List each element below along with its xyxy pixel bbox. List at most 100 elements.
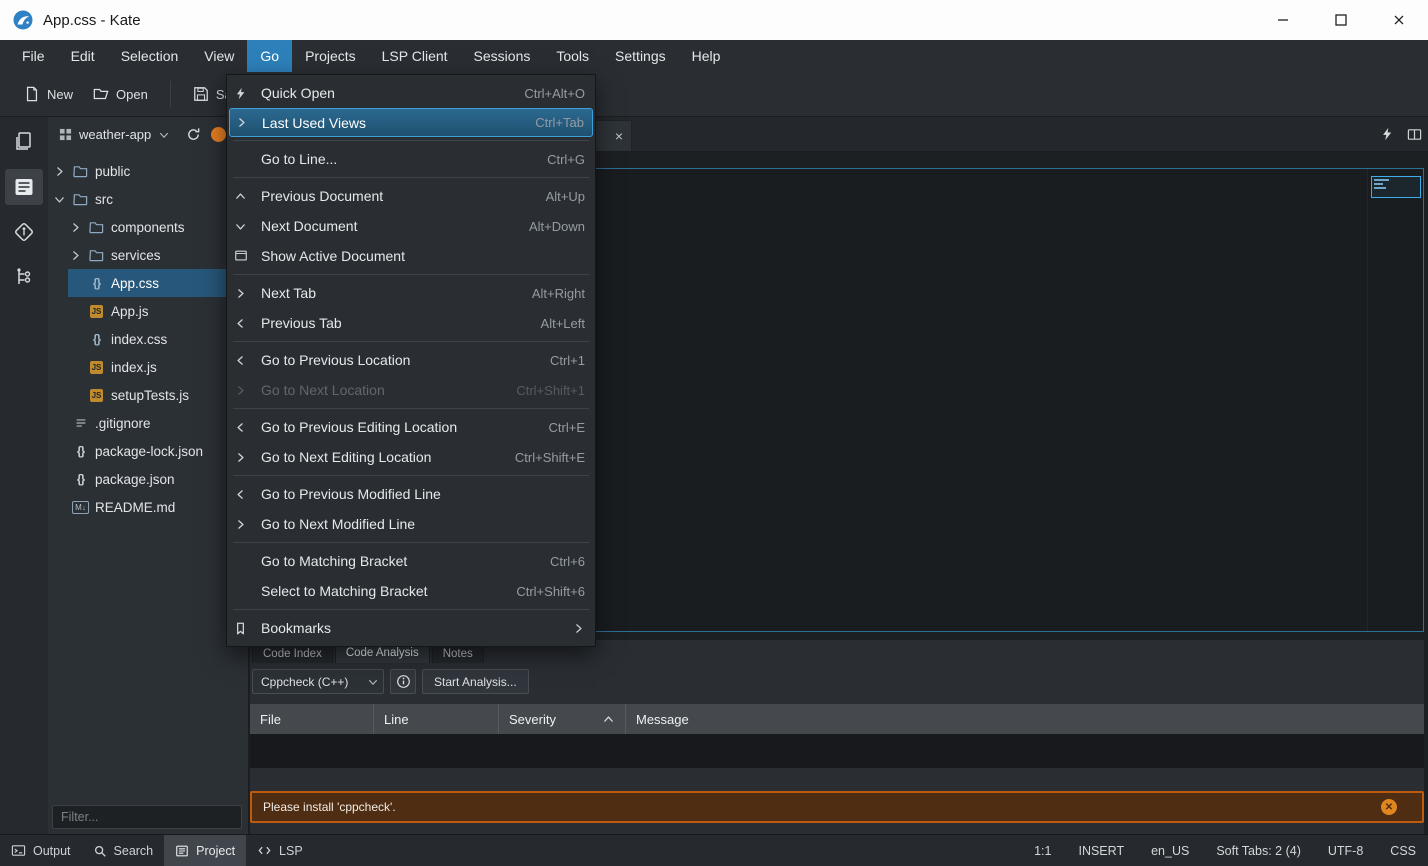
filter-input[interactable]	[52, 805, 242, 829]
close-button[interactable]	[1370, 0, 1428, 40]
symbols-toolview-button[interactable]	[5, 259, 43, 295]
js-file-icon: JS	[90, 388, 103, 402]
window-controls	[1254, 0, 1428, 40]
status-cursor-position[interactable]: 1:1	[1034, 844, 1051, 858]
sidebar-tool-strip	[0, 117, 48, 834]
menu-item-go-to-next-editing-location[interactable]: Go to Next Editing Location Ctrl+Shift+E	[227, 442, 595, 472]
status-input-mode[interactable]: INSERT	[1078, 844, 1124, 858]
project-file-tree: public src components services {} App.css JS Ap…	[48, 157, 247, 798]
status-project-button[interactable]: Project	[164, 835, 247, 866]
tree-item-setuptests-js[interactable]: JS setupTests.js	[48, 381, 247, 409]
tree-item-package-lock-json[interactable]: {} package-lock.json	[48, 437, 247, 465]
menu-item-go-to-matching-bracket[interactable]: Go to Matching Bracket Ctrl+6	[227, 546, 595, 576]
chevron-down-icon[interactable]	[53, 193, 66, 206]
tab-close-button[interactable]: ×	[615, 129, 623, 143]
menu-item-shortcut: Ctrl+1	[549, 352, 585, 368]
menu-item-go-to-line[interactable]: Go to Line... Ctrl+G	[227, 144, 595, 174]
status-syntax-mode[interactable]: CSS	[1390, 844, 1416, 858]
menubar-item-lsp-client[interactable]: LSP Client	[369, 40, 461, 72]
menu-item-shortcut: Ctrl+G	[547, 151, 585, 167]
menu-item-go-to-previous-editing-location[interactable]: Go to Previous Editing Location Ctrl+E	[227, 412, 595, 442]
menu-item-select-to-matching-bracket[interactable]: Select to Matching Bracket Ctrl+Shift+6	[227, 576, 595, 606]
new-button[interactable]: New	[14, 80, 83, 108]
documents-toolview-button[interactable]	[5, 124, 43, 160]
chevron-right-icon[interactable]	[53, 165, 66, 178]
menubar-item-selection[interactable]: Selection	[108, 40, 192, 72]
tree-item-components[interactable]: components	[48, 213, 247, 241]
status-button-label: Search	[113, 843, 154, 858]
menubar-item-tools[interactable]: Tools	[543, 40, 602, 72]
menu-item-bookmarks[interactable]: Bookmarks	[227, 613, 595, 643]
tree-item-readme-md[interactable]: M↓ README.md	[48, 493, 247, 521]
menubar-item-edit[interactable]: Edit	[58, 40, 108, 72]
status-search-button[interactable]: Search	[82, 835, 165, 866]
status-output-button[interactable]: Output	[0, 835, 82, 866]
tree-item-app-js[interactable]: JS App.js	[48, 297, 247, 325]
menu-item-next-tab[interactable]: Next Tab Alt+Right	[227, 278, 595, 308]
menubar-item-file[interactable]: File	[9, 40, 58, 72]
chevron-right-icon[interactable]	[69, 249, 82, 262]
split-view-button[interactable]	[1407, 127, 1422, 142]
status-lsp-button[interactable]: LSP	[246, 835, 314, 866]
project-refresh-button[interactable]	[181, 122, 206, 147]
menu-item-last-used-views[interactable]: Last Used Views Ctrl+Tab	[229, 108, 593, 137]
menubar: File Edit Selection View Go Projects LSP Clien…	[0, 40, 1428, 72]
chevron-down-icon	[234, 220, 261, 233]
menubar-item-sessions[interactable]: Sessions	[461, 40, 544, 72]
menubar-item-projects[interactable]: Projects	[292, 40, 369, 72]
menubar-item-go[interactable]: Go	[247, 40, 293, 72]
menu-item-label: Quick Open	[261, 85, 335, 101]
analysis-tool-select[interactable]: Cppcheck (C++)	[252, 669, 384, 694]
project-status-icon[interactable]	[211, 127, 226, 142]
menu-item-next-document[interactable]: Next Document Alt+Down	[227, 211, 595, 241]
menubar-item-settings[interactable]: Settings	[602, 40, 679, 72]
column-header-message[interactable]: Message	[626, 704, 1424, 734]
menubar-item-view[interactable]: View	[191, 40, 247, 72]
project-panel: weather-app public src components services {…	[48, 117, 249, 834]
submenu-arrow-icon	[572, 622, 585, 635]
git-toolview-button[interactable]	[5, 214, 43, 250]
menu-item-previous-tab[interactable]: Previous Tab Alt+Left	[227, 308, 595, 338]
warning-close-button[interactable]: ✕	[1381, 799, 1397, 815]
chevron-left-icon	[234, 317, 261, 330]
start-analysis-button[interactable]: Start Analysis...	[422, 669, 529, 694]
menu-item-go-to-next-modified-line[interactable]: Go to Next Modified Line	[227, 509, 595, 539]
minimap-viewport[interactable]	[1371, 176, 1421, 198]
tree-item-package-json[interactable]: {} package.json	[48, 465, 247, 493]
column-header-severity[interactable]: Severity	[499, 704, 626, 734]
minimize-button[interactable]	[1254, 0, 1312, 40]
chevron-right-icon[interactable]	[69, 221, 82, 234]
menu-item-shortcut: Alt+Down	[529, 218, 585, 234]
open-button[interactable]: Open	[83, 80, 158, 108]
tree-item-src[interactable]: src	[48, 185, 247, 213]
tree-item-services[interactable]: services	[48, 241, 247, 269]
column-header-label: File	[260, 711, 281, 727]
analysis-table-header: File Line Severity Message	[250, 704, 1424, 734]
menu-item-previous-document[interactable]: Previous Document Alt+Up	[227, 181, 595, 211]
status-encoding[interactable]: UTF-8	[1328, 844, 1363, 858]
tree-item-app-css[interactable]: {} App.css	[48, 269, 247, 297]
toolbar-separator	[169, 81, 171, 107]
menu-item-go-to-next-location[interactable]: Go to Next Location Ctrl+Shift+1	[227, 375, 595, 405]
menubar-item-help[interactable]: Help	[679, 40, 734, 72]
menu-item-label: Go to Next Editing Location	[261, 449, 432, 465]
chevron-right-icon	[234, 518, 261, 531]
tree-item-index-js[interactable]: JS index.js	[48, 353, 247, 381]
menu-item-show-active-document[interactable]: Show Active Document	[227, 241, 595, 271]
column-header-file[interactable]: File	[250, 704, 374, 734]
maximize-button[interactable]	[1312, 0, 1370, 40]
tree-item-label: package.json	[95, 471, 175, 487]
menu-item-go-to-previous-location[interactable]: Go to Previous Location Ctrl+1	[227, 345, 595, 375]
status-tab-settings[interactable]: Soft Tabs: 2 (4)	[1216, 844, 1301, 858]
tree-item-public[interactable]: public	[48, 157, 247, 185]
project-selector[interactable]: weather-app	[54, 122, 176, 147]
column-header-line[interactable]: Line	[374, 704, 499, 734]
menu-item-go-to-previous-modified-line[interactable]: Go to Previous Modified Line	[227, 479, 595, 509]
tree-item-gitignore[interactable]: .gitignore	[48, 409, 247, 437]
tree-item-index-css[interactable]: {} index.css	[48, 325, 247, 353]
menu-item-quick-open[interactable]: Quick Open Ctrl+Alt+O	[227, 78, 595, 108]
projects-toolview-button[interactable]	[5, 169, 43, 205]
analysis-info-button[interactable]	[390, 669, 416, 694]
quick-open-button[interactable]	[1380, 127, 1394, 141]
status-dictionary[interactable]: en_US	[1151, 844, 1189, 858]
